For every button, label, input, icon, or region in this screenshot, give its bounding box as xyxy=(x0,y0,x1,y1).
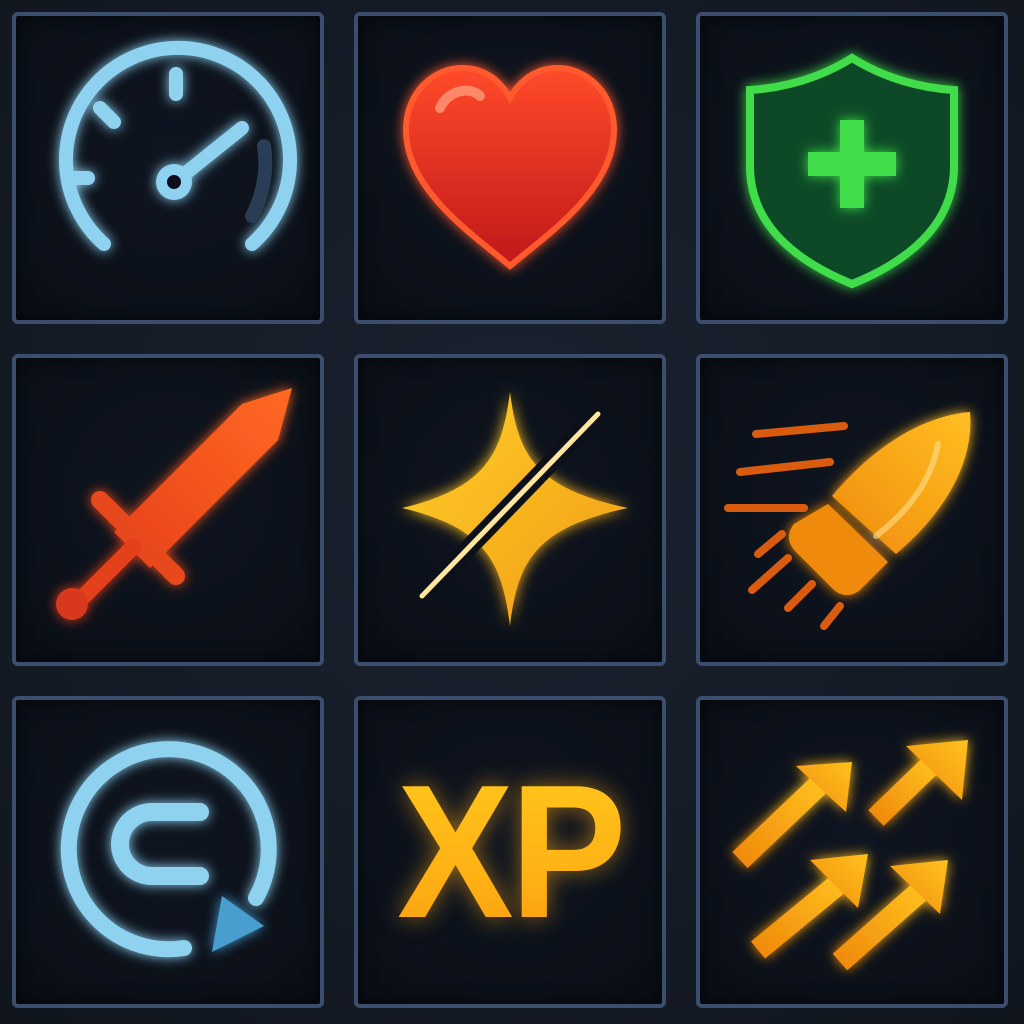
tile-critical[interactable] xyxy=(354,354,666,666)
tile-projectile[interactable] xyxy=(696,354,1008,666)
bullet-icon xyxy=(724,412,971,630)
speedometer-icon xyxy=(59,40,297,251)
tile-health[interactable] xyxy=(354,12,666,324)
heart-icon xyxy=(402,64,618,270)
shield-plus-icon xyxy=(746,53,958,289)
sword-icon xyxy=(56,388,292,620)
tile-upgrade[interactable] xyxy=(696,696,1008,1008)
tile-defense[interactable] xyxy=(696,12,1008,324)
tile-cooldown[interactable] xyxy=(12,696,324,1008)
slash-sparkle-icon xyxy=(402,392,628,626)
xp-icon: XP xyxy=(370,700,650,1004)
tile-speed[interactable] xyxy=(12,12,324,324)
upgrade-icon-grid: XP xyxy=(0,0,1024,1024)
multi-arrow-up-icon xyxy=(732,740,968,971)
tile-attack[interactable] xyxy=(12,354,324,666)
refresh-icon xyxy=(60,741,277,958)
tile-experience[interactable]: XP xyxy=(354,696,666,1008)
